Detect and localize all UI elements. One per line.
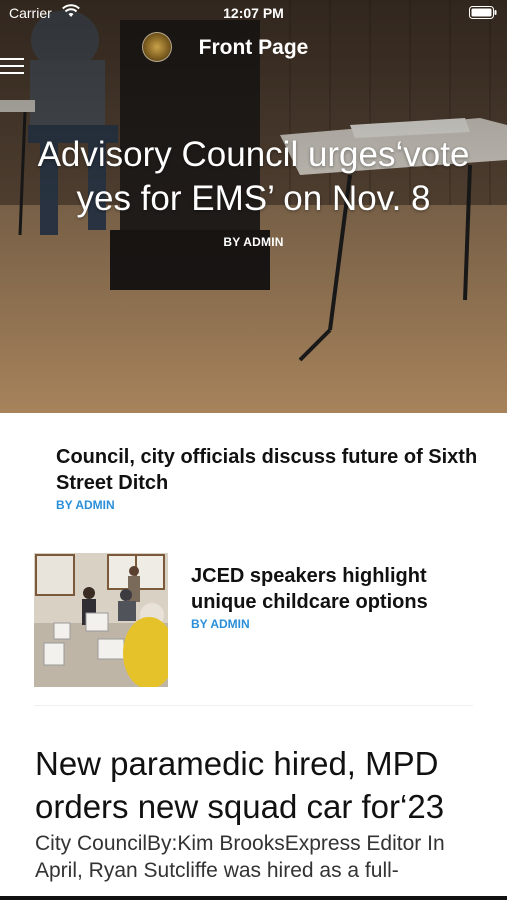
article-excerpt: City CouncilBy:Kim BrooksExpress Editor … [35,832,445,882]
featured-article-byline: BY ADMIN [223,235,284,249]
article-title: New paramedic hired, MPD orders new squa… [35,745,445,825]
status-bar: Carrier 12:07 PM [0,0,507,28]
bottom-edge-bar [0,896,507,900]
status-time: 12:07 PM [223,5,284,21]
battery-icon [469,6,497,19]
featured-article[interactable]: Carrier 12:07 PM Front Page Advisory Cou… [0,0,507,413]
nav-bar: Front Page [0,28,507,88]
page-title: Front Page [198,36,309,59]
article-title: JCED speakers highlight unique childcare… [191,565,428,613]
article-title: Council, city officials discuss future o… [56,446,478,494]
article-byline: BY ADMIN [191,617,250,631]
app-screen: Carrier 12:07 PM Front Page Advisory Cou… [0,0,507,900]
article-byline: BY ADMIN [56,498,115,512]
list-item[interactable]: Council, city officials discuss future o… [0,413,507,528]
list-item[interactable]: JCED speakers highlight unique childcare… [0,540,507,700]
divider [34,705,473,706]
article-thumbnail [34,553,168,687]
list-item[interactable]: New paramedic hired, MPD orders new squa… [0,720,507,900]
hamburger-menu-icon[interactable] [0,58,26,80]
featured-article-title: Advisory Council urges‘vote yes for EMS’… [37,135,470,218]
